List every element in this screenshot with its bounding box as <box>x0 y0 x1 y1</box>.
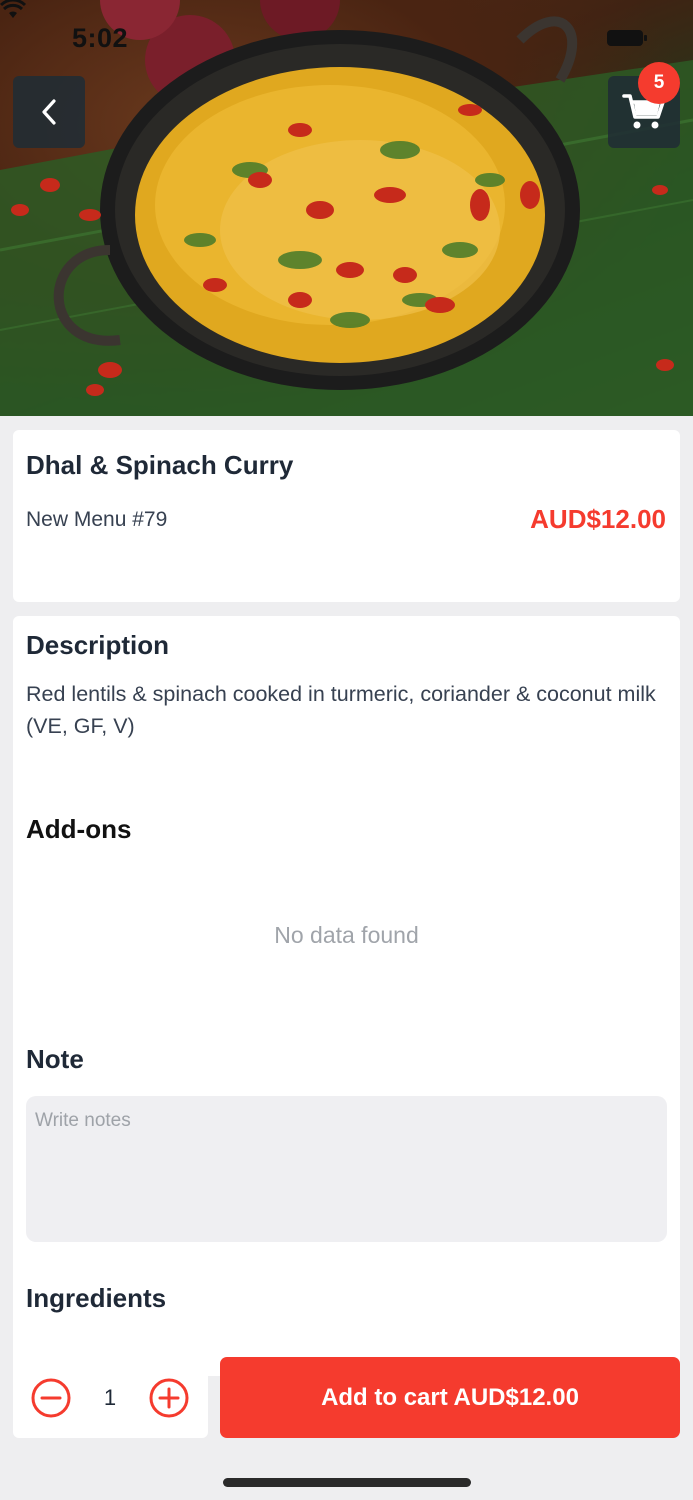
note-input[interactable] <box>26 1096 667 1242</box>
status-bar: 5:02 <box>0 0 693 76</box>
cart-count-badge: 5 <box>638 62 680 104</box>
description-text: Red lentils & spinach cooked in turmeric… <box>26 682 656 738</box>
addons-heading: Add-ons <box>26 814 132 844</box>
back-button[interactable] <box>13 76 85 148</box>
chevron-left-icon <box>42 99 56 125</box>
status-icons <box>0 0 647 46</box>
item-name: Dhal & Spinach Curry <box>26 450 294 480</box>
description-heading: Description <box>26 630 170 660</box>
item-price: AUD$12.00 <box>530 504 666 534</box>
battery-icon <box>607 30 647 46</box>
status-time: 5:02 <box>72 22 129 53</box>
ingredients-heading: Ingredients <box>26 1283 167 1313</box>
item-summary-card: Dhal & Spinach Curry New Menu #79 AUD$12… <box>13 430 680 602</box>
minus-circle-icon <box>31 1378 71 1417</box>
plus-circle-icon <box>149 1378 189 1417</box>
decrease-quantity-button[interactable] <box>31 1378 71 1418</box>
addons-empty-state: No data found <box>274 922 419 948</box>
wifi-icon <box>0 0 26 18</box>
quantity-value: 1 <box>103 1384 117 1410</box>
increase-quantity-button[interactable] <box>149 1378 189 1418</box>
menu-code: New Menu #79 <box>26 508 168 531</box>
dish-photo: 5:02 <box>0 0 693 416</box>
home-indicator[interactable] <box>223 1478 471 1487</box>
note-heading: Note <box>26 1044 84 1074</box>
add-to-cart-button[interactable]: Add to cart AUD$12.00 <box>220 1357 680 1438</box>
quantity-stepper: 1 <box>13 1357 208 1438</box>
item-details-card: Description Red lentils & spinach cooked… <box>13 616 680 1376</box>
